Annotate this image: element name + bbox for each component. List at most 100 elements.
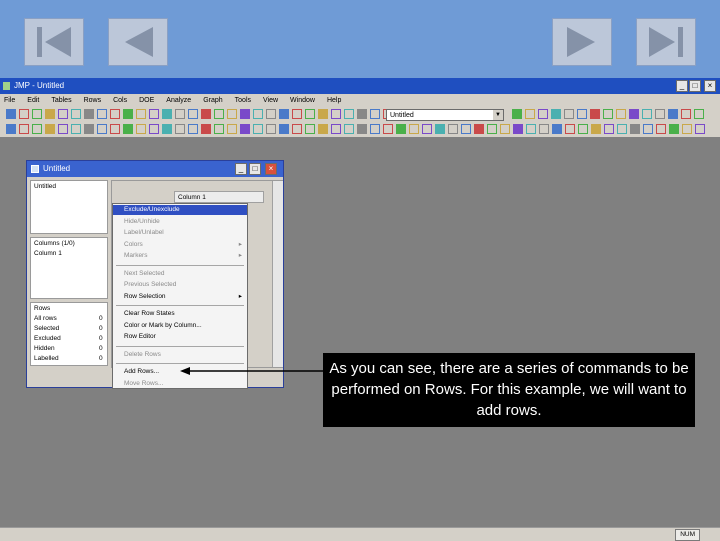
toolbar-tool-icon[interactable]: [487, 124, 497, 134]
toolbar-tool-icon[interactable]: [32, 124, 42, 134]
toolbar-tool-icon[interactable]: [240, 109, 250, 119]
menu-view[interactable]: View: [263, 94, 278, 107]
menu-item-next-selected[interactable]: Next Selected: [113, 269, 247, 279]
toolbar-tool-icon[interactable]: [526, 124, 536, 134]
toolbar-tool-icon[interactable]: [149, 124, 159, 134]
toolbar-tool-icon[interactable]: [318, 124, 328, 134]
toolbar-tool-icon[interactable]: [656, 124, 666, 134]
toolbar-tool-icon[interactable]: [318, 109, 328, 119]
table-minimize-button[interactable]: _: [235, 163, 247, 175]
toolbar-tool-icon[interactable]: [344, 109, 354, 119]
toolbar-tool-icon[interactable]: [409, 124, 419, 134]
toolbar-tool-icon[interactable]: [110, 124, 120, 134]
toolbar-tool-icon[interactable]: [97, 124, 107, 134]
maximize-button[interactable]: □: [689, 80, 701, 92]
menu-item-label-unlabel[interactable]: Label/Unlabel: [113, 228, 247, 238]
menu-window[interactable]: Window: [290, 94, 315, 107]
toolbar-tool-icon[interactable]: [240, 124, 250, 134]
toolbar-tool-icon[interactable]: [578, 124, 588, 134]
toolbar-tool-icon[interactable]: [357, 124, 367, 134]
rows-panel-header[interactable]: Rows: [34, 305, 50, 312]
toolbar-tool-icon[interactable]: [253, 109, 263, 119]
menu-cols[interactable]: Cols: [113, 94, 127, 107]
toolbar-tool-icon[interactable]: [175, 109, 185, 119]
toolbar-tool-icon[interactable]: [110, 109, 120, 119]
toolbar-tool-icon[interactable]: [564, 109, 574, 119]
toolbar-tool-icon[interactable]: [201, 109, 211, 119]
toolbar-tool-icon[interactable]: [655, 109, 665, 119]
toolbar-tool-icon[interactable]: [175, 124, 185, 134]
toolbar-tool-icon[interactable]: [512, 109, 522, 119]
toolbar-tool-icon[interactable]: [642, 109, 652, 119]
toolbar-tool-icon[interactable]: [331, 124, 341, 134]
column-list-item[interactable]: Column 1: [34, 250, 62, 257]
menu-item-clear-row-states[interactable]: Clear Row States: [113, 309, 247, 319]
toolbar-tool-icon[interactable]: [71, 109, 81, 119]
close-button[interactable]: ×: [704, 80, 716, 92]
toolbar-tool-icon[interactable]: [461, 124, 471, 134]
last-slide-button[interactable]: [636, 18, 696, 66]
menu-analyze[interactable]: Analyze: [166, 94, 191, 107]
toolbar-tool-icon[interactable]: [266, 124, 276, 134]
toolbar-tool-icon[interactable]: [617, 124, 627, 134]
menu-graph[interactable]: Graph: [203, 94, 222, 107]
toolbar-tool-icon[interactable]: [694, 109, 704, 119]
toolbar-tool-icon[interactable]: [214, 109, 224, 119]
vertical-scrollbar[interactable]: [272, 181, 283, 367]
toolbar-tool-icon[interactable]: [45, 109, 55, 119]
toolbar-tool-icon[interactable]: [279, 109, 289, 119]
menu-item-add-rows[interactable]: Add Rows...: [113, 367, 247, 377]
toolbar-tool-icon[interactable]: [162, 124, 172, 134]
menu-item-previous-selected[interactable]: Previous Selected: [113, 280, 247, 290]
toolbar-tool-icon[interactable]: [331, 109, 341, 119]
toolbar-tool-icon[interactable]: [6, 124, 16, 134]
toolbar-tool-icon[interactable]: [214, 124, 224, 134]
table-selector-combo[interactable]: Untitled ▼: [386, 109, 504, 121]
toolbar-tool-icon[interactable]: [136, 109, 146, 119]
toolbar-tool-icon[interactable]: [149, 109, 159, 119]
toolbar-tool-icon[interactable]: [253, 124, 263, 134]
toolbar-tool-icon[interactable]: [84, 124, 94, 134]
toolbar-tool-icon[interactable]: [513, 124, 523, 134]
toolbar-tool-icon[interactable]: [383, 124, 393, 134]
toolbar-tool-icon[interactable]: [682, 124, 692, 134]
menu-edit[interactable]: Edit: [27, 94, 39, 107]
toolbar-tool-icon[interactable]: [19, 109, 29, 119]
menu-help[interactable]: Help: [327, 94, 341, 107]
toolbar-tool-icon[interactable]: [279, 124, 289, 134]
toolbar-tool-icon[interactable]: [227, 124, 237, 134]
toolbar-tool-icon[interactable]: [201, 124, 211, 134]
toolbar-tool-icon[interactable]: [266, 109, 276, 119]
toolbar-tool-icon[interactable]: [474, 124, 484, 134]
toolbar-tool-icon[interactable]: [305, 124, 315, 134]
next-slide-button[interactable]: [552, 18, 612, 66]
toolbar-tool-icon[interactable]: [603, 109, 613, 119]
toolbar-tool-icon[interactable]: [97, 109, 107, 119]
menu-item-hide-unhide[interactable]: Hide/Unhide: [113, 217, 247, 227]
toolbar-tool-icon[interactable]: [539, 124, 549, 134]
first-slide-button[interactable]: [24, 18, 84, 66]
toolbar-tool-icon[interactable]: [629, 109, 639, 119]
toolbar-tool-icon[interactable]: [630, 124, 640, 134]
toolbar-tool-icon[interactable]: [616, 109, 626, 119]
toolbar-tool-icon[interactable]: [71, 124, 81, 134]
toolbar-tool-icon[interactable]: [643, 124, 653, 134]
toolbar-tool-icon[interactable]: [344, 124, 354, 134]
toolbar-tool-icon[interactable]: [45, 124, 55, 134]
toolbar-tool-icon[interactable]: [58, 109, 68, 119]
menu-tables[interactable]: Tables: [51, 94, 71, 107]
toolbar-tool-icon[interactable]: [292, 109, 302, 119]
toolbar-tool-icon[interactable]: [227, 109, 237, 119]
menu-item-row-editor[interactable]: Row Editor: [113, 332, 247, 342]
toolbar-tool-icon[interactable]: [669, 124, 679, 134]
toolbar-tool-icon[interactable]: [19, 124, 29, 134]
toolbar-tool-icon[interactable]: [305, 109, 315, 119]
previous-slide-button[interactable]: [108, 18, 168, 66]
toolbar-tool-icon[interactable]: [552, 124, 562, 134]
menu-rows[interactable]: Rows: [84, 94, 102, 107]
toolbar-tool-icon[interactable]: [668, 109, 678, 119]
toolbar-tool-icon[interactable]: [58, 124, 68, 134]
menu-item-colors[interactable]: Colors ▸: [113, 240, 247, 250]
toolbar-tool-icon[interactable]: [370, 109, 380, 119]
toolbar-tool-icon[interactable]: [136, 124, 146, 134]
